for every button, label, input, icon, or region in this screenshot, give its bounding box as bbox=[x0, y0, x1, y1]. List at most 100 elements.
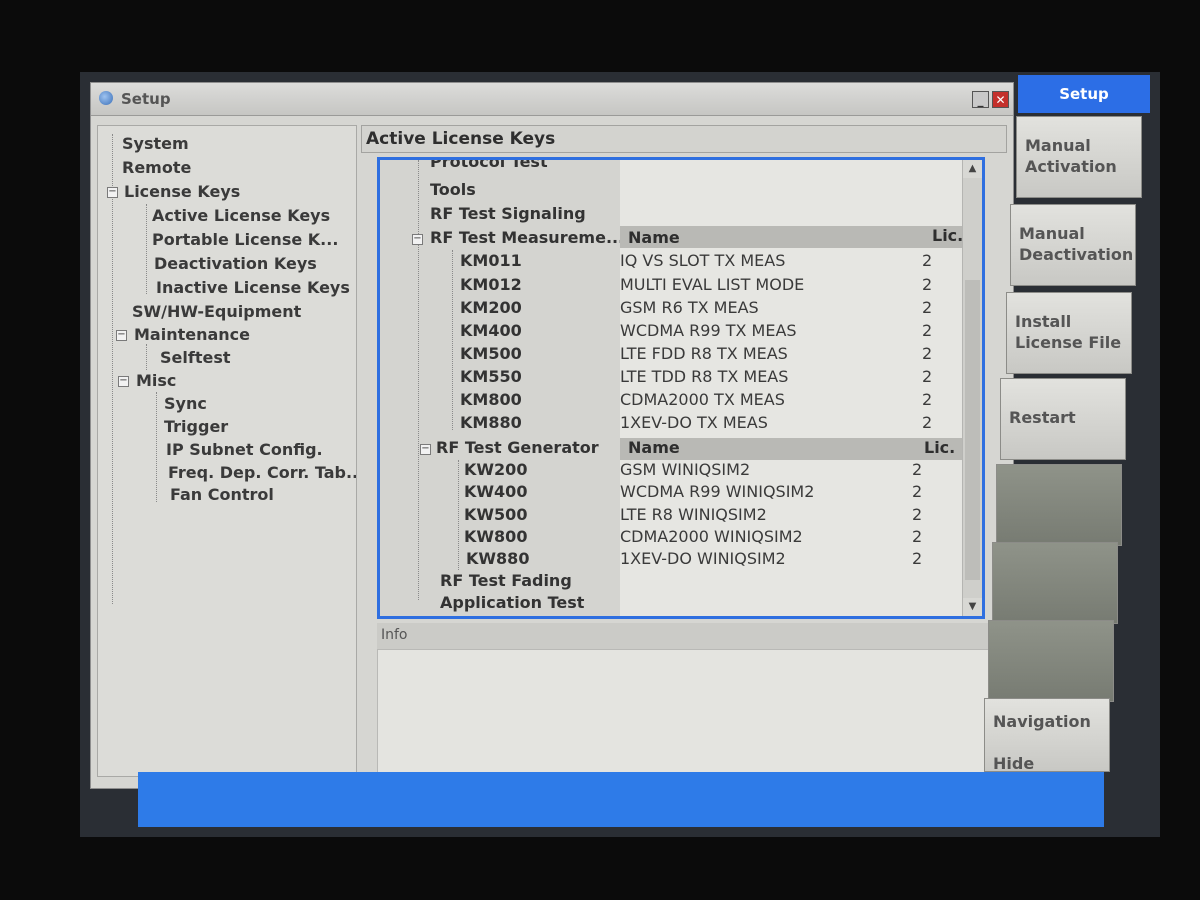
column-header-name[interactable]: Name bbox=[628, 228, 680, 247]
license-key[interactable]: KW500 bbox=[464, 505, 527, 524]
license-key[interactable]: KM011 bbox=[460, 251, 522, 270]
license-key[interactable]: KM550 bbox=[460, 367, 522, 386]
collapse-icon[interactable]: − bbox=[107, 187, 118, 198]
tree-connector bbox=[146, 344, 147, 370]
blank-softkey[interactable] bbox=[988, 620, 1114, 702]
license-name: LTE FDD R8 TX MEAS bbox=[620, 344, 788, 363]
blank-softkey[interactable] bbox=[992, 542, 1118, 624]
license-key[interactable]: KW880 bbox=[466, 549, 529, 568]
license-key[interactable]: KM800 bbox=[460, 390, 522, 409]
license-name: WCDMA R99 WINIQSIM2 bbox=[620, 482, 815, 501]
license-count: 2 bbox=[922, 390, 933, 409]
license-count: 2 bbox=[912, 549, 923, 568]
nav-item-sync[interactable]: Sync bbox=[164, 394, 207, 413]
license-name: MULTI EVAL LIST MODE bbox=[620, 275, 805, 294]
license-key[interactable]: KM400 bbox=[460, 321, 522, 340]
nav-item-ip-subnet-config[interactable]: IP Subnet Config. bbox=[166, 440, 323, 459]
collapse-icon[interactable]: − bbox=[116, 330, 127, 341]
license-name: CDMA2000 TX MEAS bbox=[620, 390, 785, 409]
license-count: 2 bbox=[912, 482, 923, 501]
window-titlebar[interactable]: Setup _ ✕ bbox=[91, 83, 1013, 116]
license-count: 2 bbox=[912, 505, 923, 524]
license-list[interactable]: Protocol Test Tools RF Test Signaling − … bbox=[377, 157, 985, 619]
collapse-icon[interactable]: − bbox=[118, 376, 129, 387]
tree-connector bbox=[146, 204, 147, 294]
tree-item-rf-test-generator[interactable]: RF Test Generator bbox=[436, 438, 599, 457]
window-title: Setup bbox=[121, 90, 171, 108]
column-header-name[interactable]: Name bbox=[628, 438, 680, 457]
nav-item-misc[interactable]: Misc bbox=[136, 371, 176, 390]
tree-connector bbox=[112, 134, 113, 604]
tree-item-protocol-test[interactable]: Protocol Test bbox=[430, 160, 548, 171]
tree-item-rf-test-measurement[interactable]: RF Test Measureme... bbox=[430, 228, 624, 247]
page-title: Active License Keys bbox=[366, 129, 556, 149]
tree-item-application-test[interactable]: Application Test bbox=[440, 593, 584, 612]
license-count: 2 bbox=[922, 321, 933, 340]
license-key[interactable]: KM200 bbox=[460, 298, 522, 317]
license-key[interactable]: KM500 bbox=[460, 344, 522, 363]
license-name: GSM WINIQSIM2 bbox=[620, 460, 751, 479]
license-count: 2 bbox=[922, 298, 933, 317]
manual-deactivation-button[interactable]: Manual Deactivation bbox=[1010, 204, 1136, 286]
manual-activation-button[interactable]: Manual Activation bbox=[1016, 116, 1142, 198]
nav-item-maintenance[interactable]: Maintenance bbox=[134, 325, 250, 344]
tree-connector bbox=[452, 250, 453, 430]
license-count: 2 bbox=[912, 460, 923, 479]
blank-softkey[interactable] bbox=[996, 464, 1122, 546]
info-label: Info bbox=[381, 627, 408, 643]
license-key[interactable]: KW400 bbox=[464, 482, 527, 501]
vertical-scrollbar[interactable]: ▲ ▼ bbox=[962, 160, 982, 616]
column-header-lic[interactable]: Lic. bbox=[924, 438, 955, 457]
info-text-area bbox=[377, 649, 991, 781]
license-key[interactable]: KW200 bbox=[464, 460, 527, 479]
collapse-icon[interactable]: − bbox=[420, 444, 431, 455]
tree-connector bbox=[418, 160, 419, 600]
license-name: LTE TDD R8 TX MEAS bbox=[620, 367, 789, 386]
license-count: 2 bbox=[912, 527, 923, 546]
license-key[interactable]: KW800 bbox=[464, 527, 527, 546]
restart-button[interactable]: Restart bbox=[1000, 378, 1126, 460]
content-header: Active License Keys bbox=[361, 125, 1007, 153]
license-count: 2 bbox=[922, 275, 933, 294]
nav-item-fan-control[interactable]: Fan Control bbox=[170, 485, 274, 504]
tree-connector bbox=[156, 392, 157, 502]
license-name: LTE R8 WINIQSIM2 bbox=[620, 505, 767, 524]
nav-item-trigger[interactable]: Trigger bbox=[164, 417, 228, 436]
navigation-hide-button[interactable]: Navigation Hide bbox=[984, 698, 1110, 772]
license-count: 2 bbox=[922, 367, 933, 386]
scroll-thumb[interactable] bbox=[965, 280, 980, 580]
install-license-file-button[interactable]: Install License File bbox=[1006, 292, 1132, 374]
license-name: 1XEV-DO WINIQSIM2 bbox=[620, 549, 786, 568]
column-header-lic[interactable]: Lic. bbox=[932, 226, 963, 245]
tree-connector bbox=[458, 460, 459, 570]
info-bar: Info bbox=[377, 623, 989, 649]
nav-item-sw-hw-equipment[interactable]: SW/HW-Equipment bbox=[132, 302, 301, 321]
tree-item-rf-test-signaling[interactable]: RF Test Signaling bbox=[430, 204, 586, 223]
license-name: GSM R6 TX MEAS bbox=[620, 298, 759, 317]
nav-item-license-keys[interactable]: License Keys bbox=[124, 182, 240, 201]
nav-item-system[interactable]: System bbox=[122, 134, 189, 153]
license-name: 1XEV-DO TX MEAS bbox=[620, 413, 768, 432]
license-key[interactable]: KM012 bbox=[460, 275, 522, 294]
nav-item-remote[interactable]: Remote bbox=[122, 158, 191, 177]
tree-item-rf-test-fading[interactable]: RF Test Fading bbox=[440, 571, 572, 590]
nav-item-freq-dep-corr-tab[interactable]: Freq. Dep. Corr. Tab... bbox=[168, 463, 356, 482]
license-name: IQ VS SLOT TX MEAS bbox=[620, 251, 786, 270]
nav-item-selftest[interactable]: Selftest bbox=[160, 348, 231, 367]
setup-window: Setup _ ✕ System Remote − License Keys A… bbox=[90, 82, 1014, 789]
collapse-icon[interactable]: − bbox=[412, 234, 423, 245]
license-count: 2 bbox=[922, 413, 933, 432]
setup-tab[interactable]: Setup bbox=[1018, 75, 1150, 113]
navigation-tree: System Remote − License Keys Active Lice… bbox=[97, 125, 357, 777]
license-count: 2 bbox=[922, 251, 933, 270]
nav-item-deactivation-keys[interactable]: Deactivation Keys bbox=[154, 254, 317, 273]
nav-item-inactive-license-keys[interactable]: Inactive License Keys bbox=[156, 278, 350, 297]
nav-item-portable-license-keys[interactable]: Portable License K... bbox=[152, 230, 338, 249]
license-key[interactable]: KM880 bbox=[460, 413, 522, 432]
tree-item-tools[interactable]: Tools bbox=[430, 180, 476, 199]
license-name: WCDMA R99 TX MEAS bbox=[620, 321, 797, 340]
nav-item-active-license-keys[interactable]: Active License Keys bbox=[152, 206, 330, 225]
softkey-panel: Setup Manual Activation Manual Deactivat… bbox=[980, 72, 1160, 772]
instrument-screen: Setup _ ✕ System Remote − License Keys A… bbox=[80, 72, 1160, 837]
app-icon bbox=[99, 91, 113, 105]
